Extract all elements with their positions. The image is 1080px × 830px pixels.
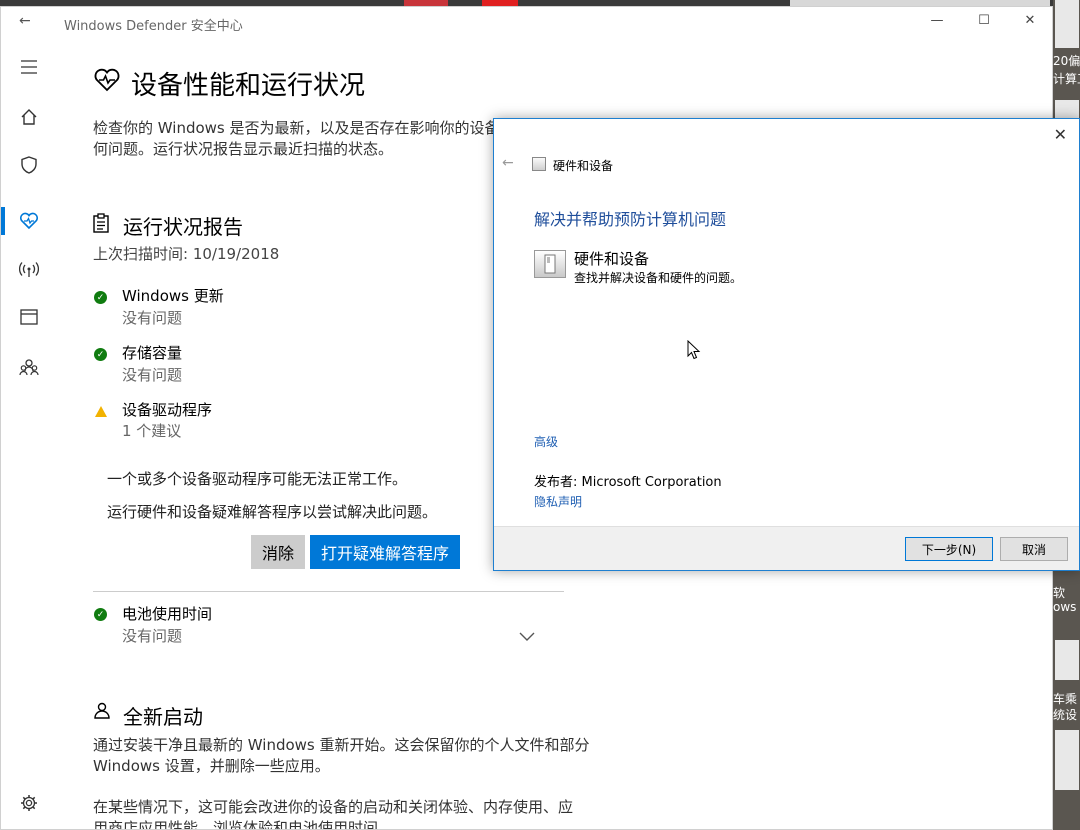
troubleshooter-dialog: ✕ ← 硬件和设备 解决并帮助预防计算机问题 硬件和设备 查找并解决设备和硬件的…: [493, 118, 1080, 571]
watermark-text: 什么值得买: [951, 794, 1051, 818]
troubleshooter-item-desc: 查找并解决设备和硬件的问题。: [574, 271, 743, 285]
home-icon[interactable]: [15, 103, 43, 131]
maximize-button[interactable]: ☐: [964, 13, 1004, 28]
advanced-link[interactable]: 高级: [534, 433, 558, 450]
refresh-person-icon: [93, 702, 113, 724]
publisher-name: Microsoft Corporation: [581, 475, 722, 490]
side-nav: [1, 39, 57, 829]
desktop-text-fragment: ows: [1053, 600, 1077, 614]
next-button[interactable]: 下一步(N): [905, 537, 993, 561]
close-button[interactable]: ✕: [1010, 13, 1050, 28]
publisher-label: 发布者:: [534, 475, 578, 490]
health-item-status: 没有问题: [122, 309, 183, 327]
section-heading: 全新启动: [123, 705, 203, 729]
health-item-title: 设备驱动程序: [122, 401, 213, 419]
desktop-text-fragment: 20偏置: [1053, 54, 1080, 68]
divider: [93, 591, 564, 592]
fresh-start-text: 在某些情况下，这可能会改进你的设备的启动和关闭体验、内存使用、应: [93, 798, 574, 816]
cancel-button[interactable]: 取消: [1000, 537, 1068, 561]
shield-icon[interactable]: [15, 151, 43, 179]
health-item-title: Windows 更新: [122, 287, 224, 305]
fresh-start-text: 通过安装干净且最新的 Windows 重新开始。这会保留你的个人文件和部分: [93, 736, 590, 754]
troubleshooter-item-title[interactable]: 硬件和设备: [574, 248, 649, 269]
dialog-header: 硬件和设备: [553, 159, 614, 173]
mouse-cursor-icon: [687, 339, 701, 364]
dismiss-button[interactable]: 消除: [251, 535, 305, 569]
dialog-close-button[interactable]: ✕: [1054, 125, 1067, 144]
dialog-back-button[interactable]: ←: [502, 155, 514, 171]
hardware-icon: [532, 157, 546, 171]
health-item-status: 1 个建议: [122, 422, 182, 440]
driver-message: 一个或多个设备驱动程序可能无法正常工作。: [107, 470, 408, 488]
heart-icon[interactable]: [15, 207, 43, 235]
clipboard-icon: [93, 213, 109, 237]
driver-message: 运行硬件和设备疑难解答程序以尝试解决此问题。: [107, 503, 438, 521]
health-item-title: 存储容量: [122, 344, 183, 362]
dialog-footer: 下一步(N) 取消: [494, 526, 1079, 570]
back-button[interactable]: ←: [19, 13, 31, 29]
warning-icon: [95, 406, 107, 417]
dialog-heading: 解决并帮助预防计算机问题: [534, 210, 727, 229]
fresh-start-text: 用商店应用性能、浏览体验和电池使用时间。: [93, 819, 394, 830]
desktop-text-fragment: 车乘: [1053, 692, 1078, 706]
desktop-text-fragment: 软: [1053, 586, 1066, 600]
desktop-text-fragment: 计算工: [1053, 72, 1080, 86]
wireless-icon[interactable]: [15, 255, 43, 283]
fresh-start-text: Windows 设置，并删除一些应用。: [93, 757, 330, 775]
watermark: 值 什么值得买: [915, 790, 1051, 819]
privacy-link[interactable]: 隐私声明: [534, 493, 582, 510]
heart-icon: [93, 68, 121, 96]
title-bar: ← Windows Defender 安全中心 — ☐ ✕: [1, 7, 1052, 39]
watermark-logo: 值: [915, 790, 943, 819]
desktop-thumbnail: [1055, 730, 1079, 790]
active-indicator: [1, 207, 5, 235]
check-icon: ✓: [94, 291, 107, 304]
last-scan-time: 上次扫描时间: 10/19/2018: [93, 245, 280, 263]
minimize-button[interactable]: —: [917, 13, 957, 28]
health-item-title: 电池使用时间: [122, 605, 213, 623]
desktop-thumbnail: [1055, 100, 1079, 120]
page-title: 设备性能和运行状况: [131, 71, 366, 101]
section-heading: 运行状况报告: [123, 215, 243, 239]
window-title: Windows Defender 安全中心: [64, 19, 243, 34]
open-troubleshooter-button[interactable]: 打开疑难解答程序: [310, 535, 460, 569]
check-icon: ✓: [94, 348, 107, 361]
check-icon: ✓: [94, 608, 107, 621]
desktop-thumbnail: [1055, 640, 1079, 680]
browser-icon[interactable]: [15, 303, 43, 331]
health-item-status: 没有问题: [122, 627, 183, 645]
intro-text: 何问题。运行状况报告显示最近扫描的状态。: [93, 140, 394, 158]
menu-icon[interactable]: [15, 53, 43, 81]
gear-icon[interactable]: [15, 789, 43, 817]
chevron-down-icon[interactable]: [519, 627, 535, 646]
health-item-status: 没有问题: [122, 366, 183, 384]
publisher-line: 发布者: Microsoft Corporation: [534, 471, 722, 490]
family-icon[interactable]: [15, 353, 43, 381]
hardware-icon: [534, 250, 566, 278]
desktop-text-fragment: 统设: [1053, 708, 1078, 722]
